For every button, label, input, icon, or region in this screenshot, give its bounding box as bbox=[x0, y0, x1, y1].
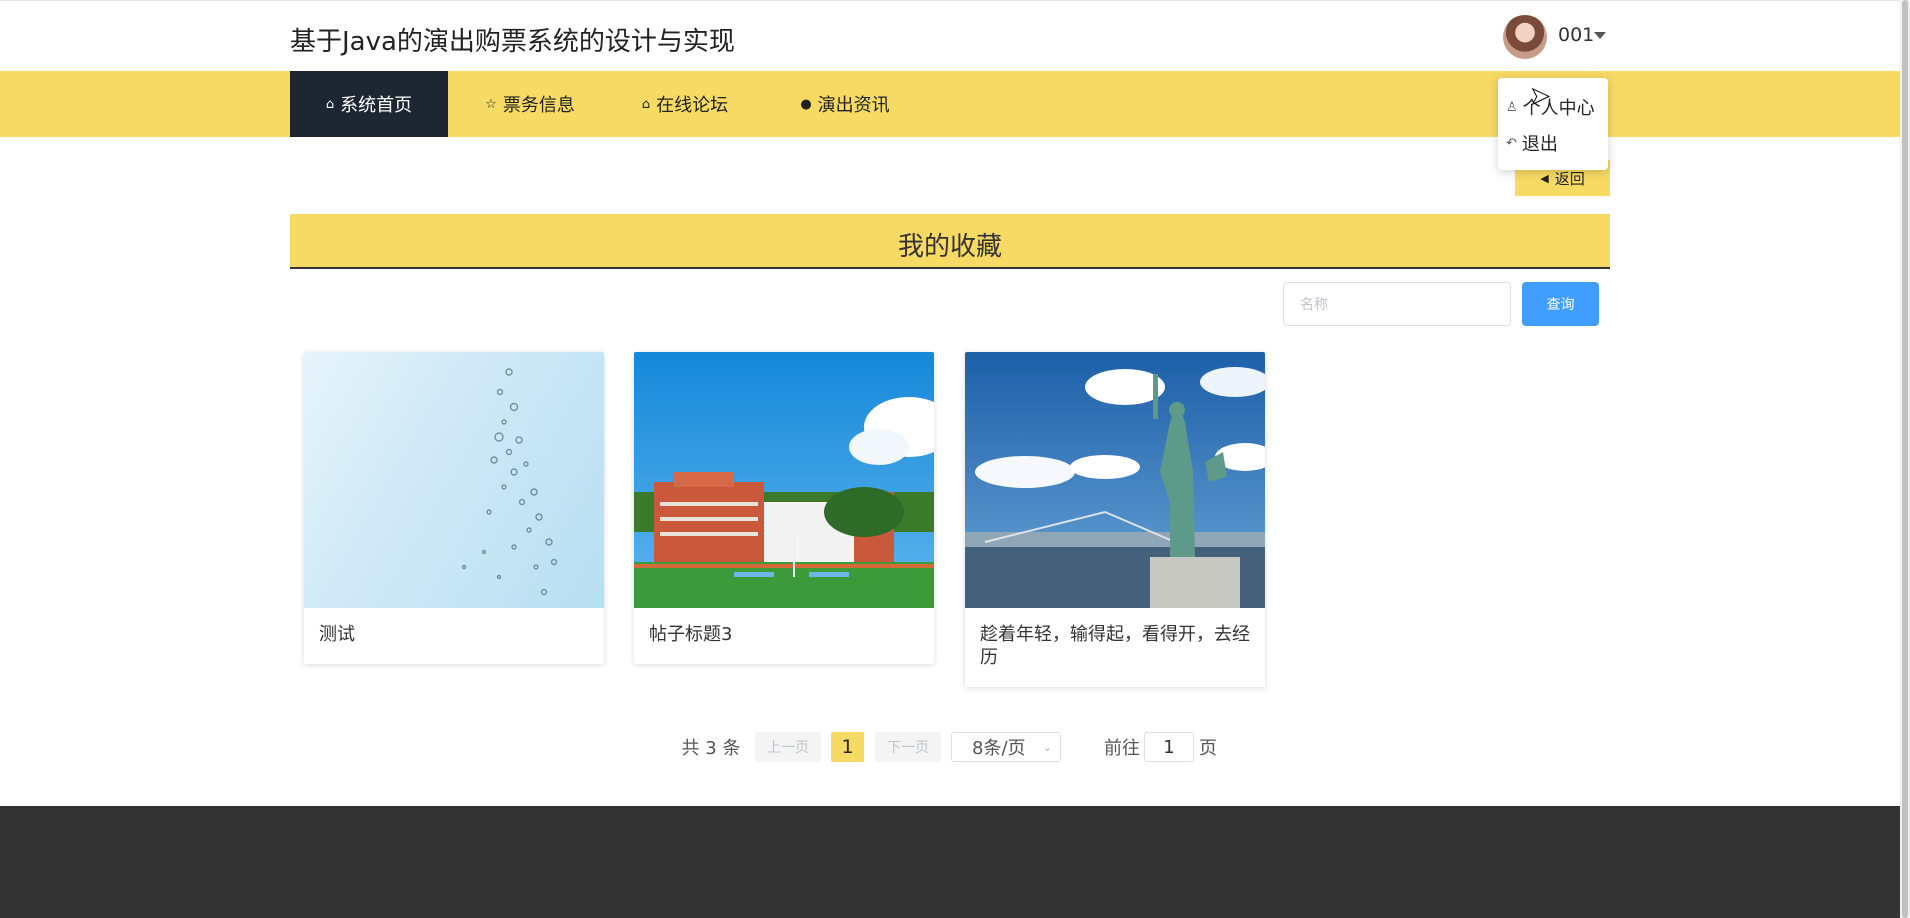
user-icon: ♙ bbox=[1506, 99, 1518, 115]
info-icon: ● bbox=[800, 96, 812, 112]
star-icon: ☆ bbox=[485, 96, 497, 112]
card-image[interactable] bbox=[965, 352, 1265, 608]
username[interactable]: 001 bbox=[1558, 24, 1594, 46]
nav-item-news[interactable]: ● 演出资讯 bbox=[790, 71, 900, 137]
page-number-current[interactable]: 1 bbox=[831, 732, 864, 762]
page-size-value: 8条/页 bbox=[972, 738, 1026, 759]
card-title[interactable]: 帖子标题3 bbox=[649, 623, 921, 646]
favorite-card[interactable]: 测试 bbox=[304, 352, 604, 664]
scrollbar-thumb[interactable] bbox=[1902, 0, 1908, 918]
goto-suffix: 页 bbox=[1199, 738, 1217, 759]
water-drops-image bbox=[461, 368, 558, 596]
nav-item-label: 在线论坛 bbox=[656, 95, 729, 116]
footer bbox=[0, 806, 1900, 918]
favorite-card[interactable]: 趁着年轻，输得起，看得开，去经历 bbox=[965, 352, 1265, 687]
site-title: 基于Java的演出购票系统的设计与实现 bbox=[290, 27, 735, 57]
bag-icon: ⌂ bbox=[641, 96, 651, 112]
nav-item-label: 票务信息 bbox=[502, 95, 575, 116]
search-input[interactable] bbox=[1283, 282, 1511, 326]
nav-item-home[interactable]: ⌂ 系统首页 bbox=[290, 71, 448, 137]
mouse-cursor-icon: ➤ bbox=[1529, 82, 1551, 111]
page-title: 我的收藏 bbox=[897, 232, 1002, 262]
site-header: 基于Java的演出购票系统的设计与实现 001 bbox=[0, 0, 1900, 71]
next-page-button[interactable]: 下一页 bbox=[875, 732, 941, 762]
nav-item-label: 系统首页 bbox=[340, 95, 413, 116]
menu-item-label: 退出 bbox=[1521, 134, 1558, 155]
card-image[interactable] bbox=[634, 352, 934, 608]
pagination: 共 3 条 上一页 1 下一页 8条/页 ⌄ 前往 1 页 bbox=[0, 730, 1900, 764]
back-label: 返回 bbox=[1554, 169, 1585, 188]
statue-of-liberty-image bbox=[965, 352, 1265, 608]
menu-item-logout[interactable]: ↶ 退出 bbox=[1506, 130, 1558, 156]
page-size-select[interactable]: 8条/页 ⌄ bbox=[951, 732, 1061, 762]
section-header: 我的收藏 bbox=[290, 214, 1610, 269]
goto-page-input[interactable]: 1 bbox=[1144, 732, 1194, 762]
nav-item-label: 演出资讯 bbox=[817, 95, 890, 116]
menu-item-profile[interactable]: ♙ 个人中心 bbox=[1506, 94, 1595, 120]
card-image[interactable] bbox=[304, 352, 604, 608]
card-title[interactable]: 测试 bbox=[319, 623, 591, 646]
caret-left-icon: ◀ bbox=[1540, 171, 1549, 185]
caret-down-icon[interactable] bbox=[1594, 32, 1606, 39]
user-dropdown-menu: ♙ 个人中心 ↶ 退出 bbox=[1498, 78, 1608, 170]
goto-prefix: 前往 bbox=[1104, 738, 1140, 759]
card-title[interactable]: 趁着年轻，输得起，看得开，去经历 bbox=[980, 623, 1252, 669]
avatar[interactable] bbox=[1503, 15, 1547, 59]
prev-page-button[interactable]: 上一页 bbox=[755, 732, 821, 762]
search-button[interactable]: 查询 bbox=[1522, 282, 1599, 326]
main-nav: ⌂ 系统首页 ☆ 票务信息 ⌂ 在线论坛 ● 演出资讯 bbox=[0, 71, 1900, 137]
nav-item-forum[interactable]: ⌂ 在线论坛 bbox=[630, 71, 740, 137]
nav-item-tickets[interactable]: ☆ 票务信息 bbox=[470, 71, 590, 137]
chevron-down-icon: ⌄ bbox=[1042, 740, 1052, 754]
school-building-image bbox=[634, 352, 934, 608]
logout-icon: ↶ bbox=[1506, 135, 1517, 151]
favorite-card[interactable]: 帖子标题3 bbox=[634, 352, 934, 664]
home-icon: ⌂ bbox=[325, 96, 335, 112]
pagination-total: 共 3 条 bbox=[681, 738, 741, 759]
